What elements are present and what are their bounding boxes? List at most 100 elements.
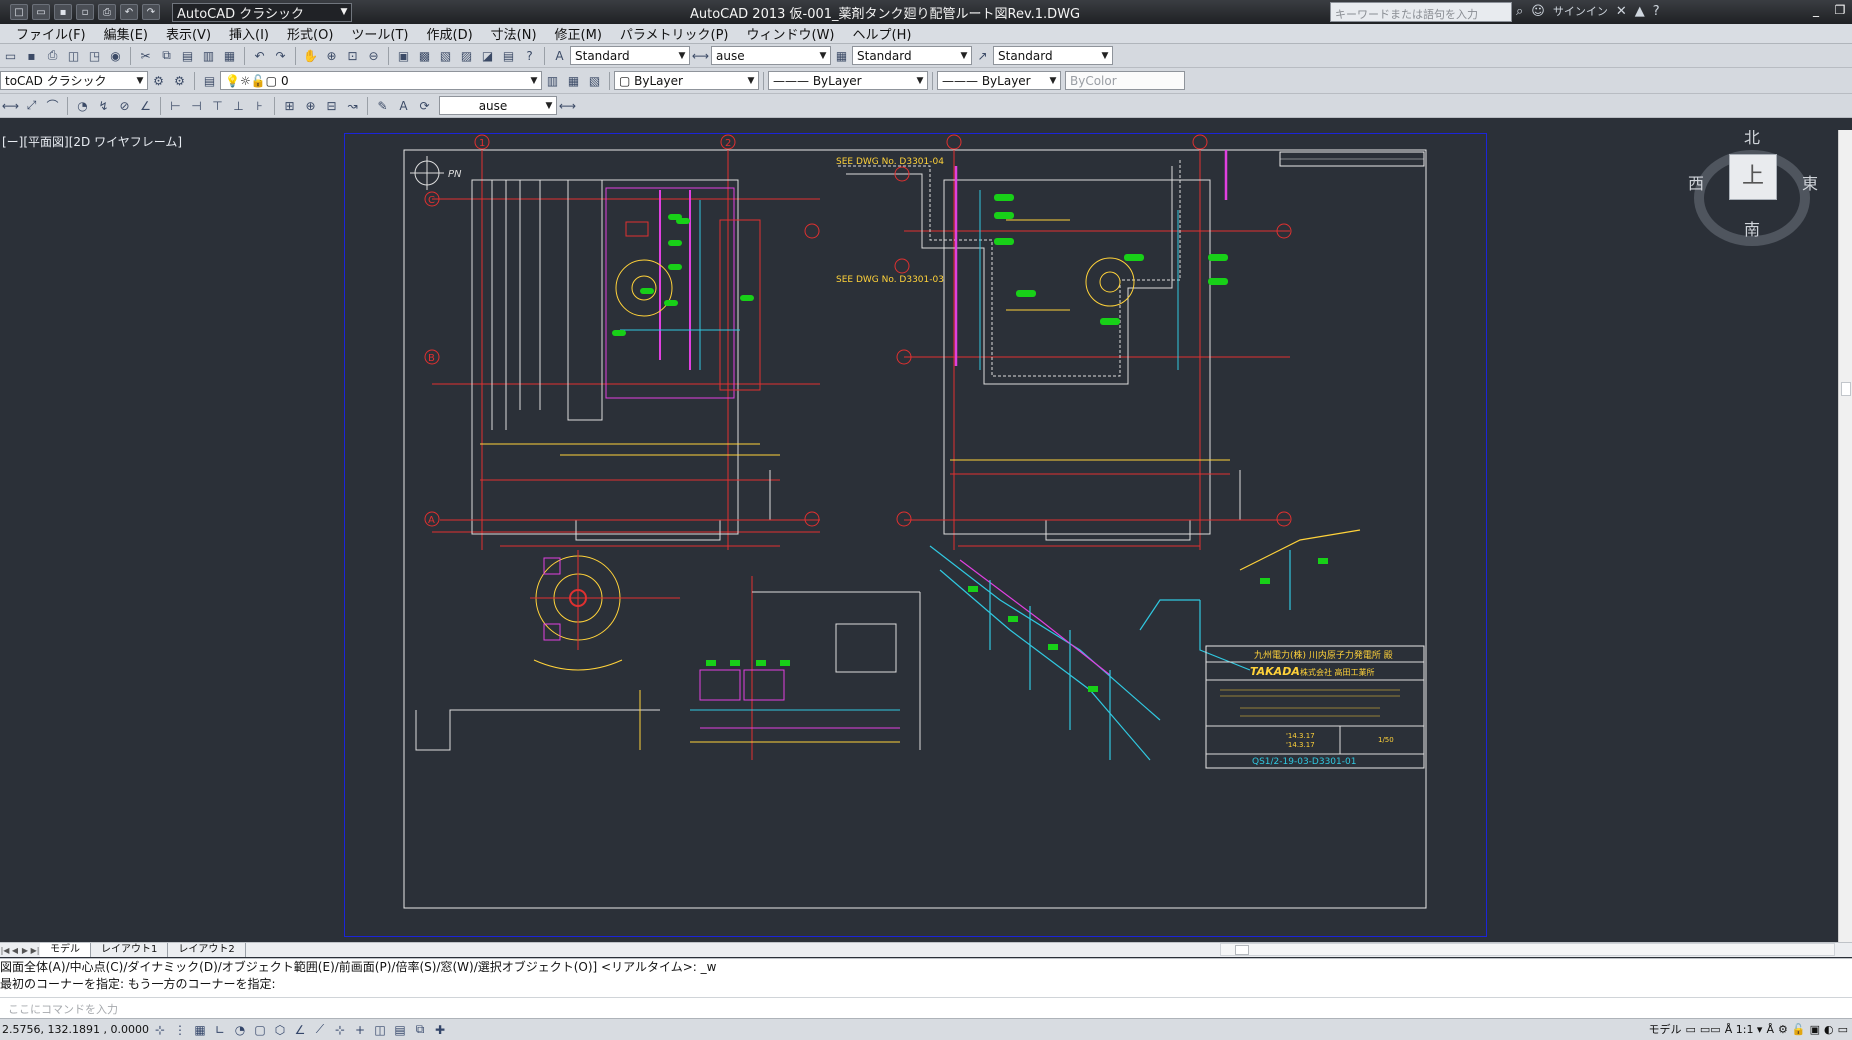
layer-previous-icon[interactable]: ▦	[564, 72, 583, 90]
redo-icon[interactable]: ↷	[142, 4, 160, 20]
menu-window[interactable]: ウィンドウ(W)	[745, 24, 849, 43]
annotation-scale[interactable]: Å 1:1 ▾	[1725, 1023, 1763, 1036]
snap-mode-icon[interactable]: ⋮	[170, 1021, 190, 1039]
angular-dim-icon[interactable]: ∠	[136, 97, 155, 115]
viewcube-face-top[interactable]: 上	[1729, 154, 1777, 200]
vertical-scrollbar[interactable]	[1838, 130, 1852, 942]
lineweight-dropdown[interactable]: ——— ByLayer ▼	[937, 71, 1061, 90]
tab-layout1[interactable]: レイアウト1	[91, 943, 169, 957]
new-file-icon[interactable]: □	[10, 4, 28, 20]
tool-palettes-icon[interactable]: ▧	[436, 47, 455, 65]
open-file-icon[interactable]: ▭	[32, 4, 50, 20]
menu-help[interactable]: ヘルプ(H)	[851, 24, 926, 43]
search-input[interactable]: キーワードまたは語句を入力	[1330, 2, 1512, 22]
make-current-layer-icon[interactable]: ▥	[543, 72, 562, 90]
dim-text-edit-icon[interactable]: A	[394, 97, 413, 115]
signin-link[interactable]: サインイン	[1553, 3, 1608, 19]
layout-view-icon[interactable]: ▭	[1686, 1023, 1696, 1036]
help-icon[interactable]: ?	[520, 47, 539, 65]
command-input[interactable]: ここにコマンドを入力	[0, 997, 1852, 1017]
minimize-button[interactable]: _	[1804, 0, 1828, 20]
dim-style-manager-icon[interactable]: ⟷	[558, 97, 577, 115]
transparency-icon[interactable]: ◫	[370, 1021, 390, 1039]
dynamic-input-icon[interactable]: ⊹	[330, 1021, 350, 1039]
menu-edit[interactable]: 編集(E)	[102, 24, 162, 43]
markup-icon[interactable]: ◪	[478, 47, 497, 65]
menu-draw[interactable]: 作成(D)	[425, 24, 487, 43]
jogged-dim-icon[interactable]: ↯	[94, 97, 113, 115]
workspace-switch-icon[interactable]: ⚙	[1778, 1023, 1788, 1036]
drawing-viewport[interactable]: [ー][平面図][2D ワイヤフレーム] PN 1 2 C B A SEE DW…	[0, 130, 1838, 942]
annotation-monitor-icon[interactable]: ✚	[430, 1021, 450, 1039]
viewcube[interactable]: 上 北 南 西 東	[1688, 130, 1828, 250]
menu-dimension[interactable]: 寸法(N)	[489, 24, 551, 43]
undo-icon[interactable]: ↶	[250, 47, 269, 65]
selection-cycling-icon[interactable]: ⧉	[410, 1021, 430, 1039]
undo-icon[interactable]: ↶	[120, 4, 138, 20]
ortho-mode-icon[interactable]: ∟	[210, 1021, 230, 1039]
help-icon[interactable]: ?	[1653, 4, 1660, 19]
open-icon[interactable]: ▭	[1, 47, 20, 65]
plot-preview-icon[interactable]: ◫	[64, 47, 83, 65]
workspace-settings-icon[interactable]: ⚙	[149, 72, 168, 90]
customize-icon[interactable]: ⚙	[170, 72, 189, 90]
menu-insert[interactable]: 挿入(I)	[227, 24, 283, 43]
vertical-scroll-thumb[interactable]	[1841, 382, 1851, 396]
color-dropdown[interactable]: ▢ ByLayer ▼	[614, 71, 759, 90]
multileader-style-icon[interactable]: ↗	[973, 47, 992, 65]
layer-manager-icon[interactable]: ▤	[200, 72, 219, 90]
menu-format[interactable]: 形式(O)	[285, 24, 347, 43]
restore-button[interactable]: ❐	[1828, 0, 1852, 20]
workspace-dropdown-2[interactable]: toCAD クラシック ▼	[0, 71, 148, 90]
polar-tracking-icon[interactable]: ◔	[230, 1021, 250, 1039]
menu-tools[interactable]: ツール(T)	[349, 24, 422, 43]
aligned-dim-icon[interactable]: ⤢	[22, 97, 41, 115]
zoom-window-icon[interactable]: ⊡	[343, 47, 362, 65]
dim-style-dropdown-2[interactable]: ause ▼	[439, 96, 557, 115]
quick-dim-icon[interactable]: ⊢	[166, 97, 185, 115]
arc-length-icon[interactable]: ⌒	[43, 97, 62, 115]
exchange-icon[interactable]: ✕	[1616, 4, 1627, 19]
3d-dwf-icon[interactable]: ◉	[106, 47, 125, 65]
cut-icon[interactable]: ✂	[136, 47, 155, 65]
quick-view-icon[interactable]: ▭▭	[1700, 1023, 1721, 1036]
dim-style-dropdown[interactable]: ause ▼	[711, 46, 831, 65]
linear-dim-icon[interactable]: ⟷	[1, 97, 20, 115]
menu-parametric[interactable]: パラメトリック(P)	[618, 24, 743, 43]
clean-screen-icon[interactable]: ▭	[1838, 1023, 1848, 1036]
dim-edit-icon[interactable]: ✎	[373, 97, 392, 115]
table-style-icon[interactable]: ▦	[832, 47, 851, 65]
table-style-dropdown[interactable]: Standard ▼	[852, 46, 972, 65]
baseline-dim-icon[interactable]: ⊣	[187, 97, 206, 115]
tolerance-icon[interactable]: ⊞	[280, 97, 299, 115]
continue-dim-icon[interactable]: ⊤	[208, 97, 227, 115]
menu-file[interactable]: ファイル(F)	[14, 24, 100, 43]
grid-display-icon[interactable]: ▦	[190, 1021, 210, 1039]
infer-constraints-icon[interactable]: ⊹	[150, 1021, 170, 1039]
tab-model[interactable]: モデル	[40, 943, 91, 957]
tab-next-icon[interactable]: ▶	[20, 946, 30, 955]
annotation-visibility-icon[interactable]: Å	[1766, 1023, 1774, 1036]
dim-style-icon[interactable]: ⟷	[691, 47, 710, 65]
menu-modify[interactable]: 修正(M)	[553, 24, 616, 43]
viewcube-north[interactable]: 北	[1744, 130, 1760, 148]
user-icon[interactable]: ☺	[1531, 4, 1545, 19]
tab-last-icon[interactable]: ▶|	[30, 946, 40, 955]
dynamic-ucs-icon[interactable]: ⟋	[310, 1021, 330, 1039]
match-properties-icon[interactable]: ▥	[199, 47, 218, 65]
radius-dim-icon[interactable]: ◔	[73, 97, 92, 115]
zoom-realtime-icon[interactable]: ⊕	[322, 47, 341, 65]
hardware-accel-icon[interactable]: ▣	[1810, 1023, 1820, 1036]
tab-layout2[interactable]: レイアウト2	[168, 943, 246, 957]
dim-update-icon[interactable]: ⟳	[415, 97, 434, 115]
properties-icon[interactable]: ▣	[394, 47, 413, 65]
object-snap-tracking-icon[interactable]: ∠	[290, 1021, 310, 1039]
plot-icon[interactable]: ⎙	[98, 4, 116, 20]
save-icon[interactable]: ▪	[22, 47, 41, 65]
multileader-style-dropdown[interactable]: Standard ▼	[993, 46, 1113, 65]
center-mark-icon[interactable]: ⊕	[301, 97, 320, 115]
layer-state-icon[interactable]: ▧	[585, 72, 604, 90]
dim-space-icon[interactable]: ⊥	[229, 97, 248, 115]
quickcalc-icon[interactable]: ▤	[499, 47, 518, 65]
inspection-icon[interactable]: ⊟	[322, 97, 341, 115]
